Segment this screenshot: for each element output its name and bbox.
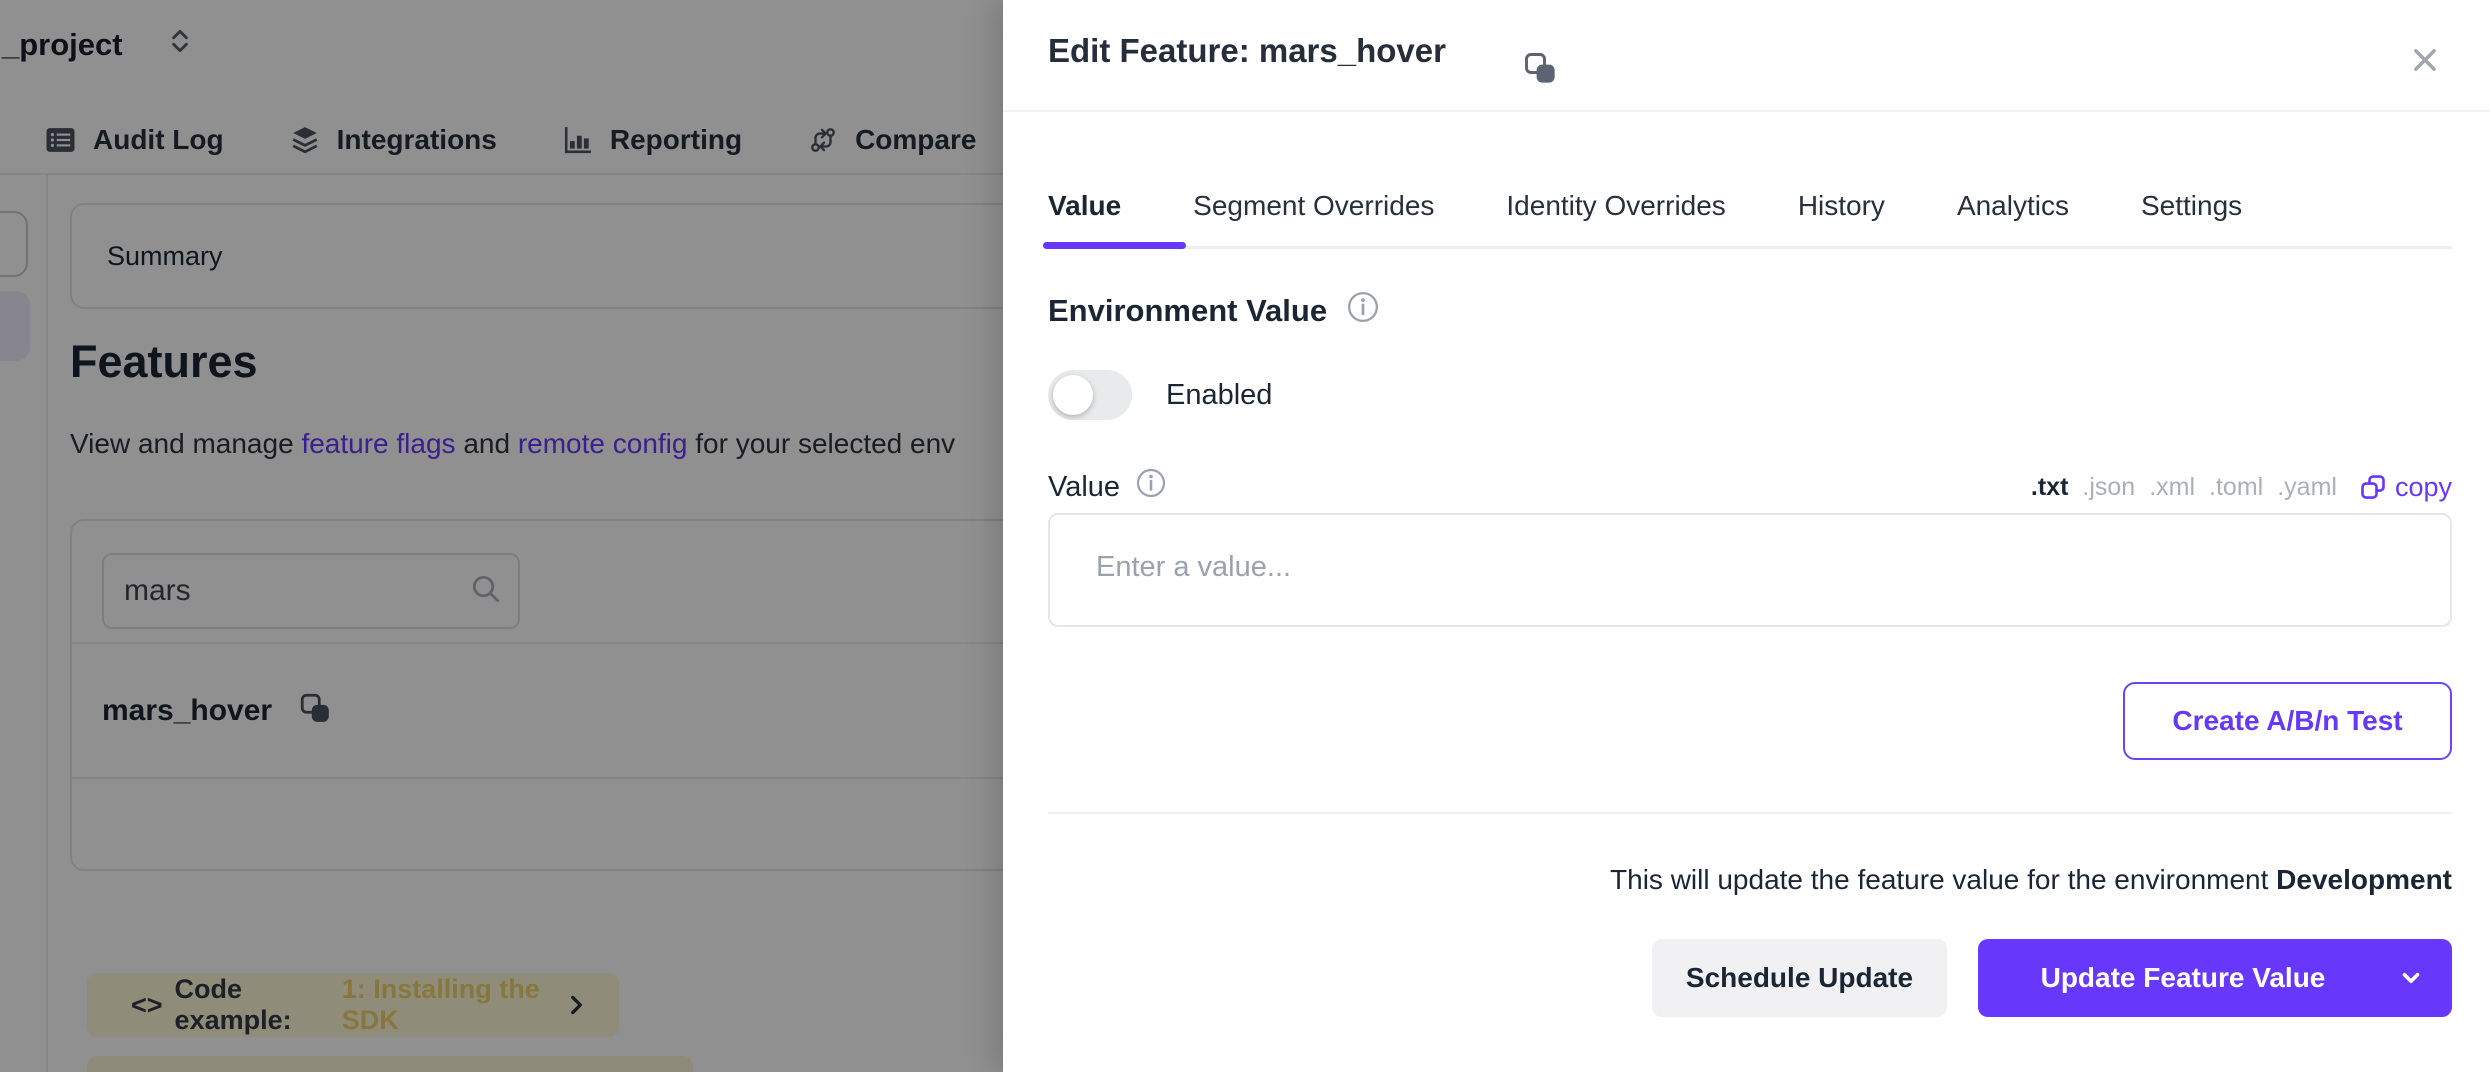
format-json[interactable]: .json	[2082, 473, 2135, 502]
modal-backdrop[interactable]	[0, 0, 1004, 1072]
environment-name: Development	[2276, 864, 2452, 895]
edit-feature-modal: Edit Feature: mars_hover Value Segment O…	[1003, 0, 2490, 1072]
info-icon[interactable]	[1347, 291, 1379, 331]
value-label-row: Value .txt .json .xml .toml .yaml copy	[1048, 468, 2452, 506]
update-button-label: Update Feature Value	[2041, 962, 2326, 994]
value-label-text: Value	[1048, 471, 1120, 504]
tab-settings[interactable]: Settings	[2141, 190, 2242, 222]
footer-divider	[1048, 812, 2452, 814]
format-xml[interactable]: .xml	[2149, 473, 2195, 502]
info-icon[interactable]	[1136, 468, 1166, 506]
modal-header-divider	[1003, 110, 2490, 112]
chevron-down-icon[interactable]	[2398, 965, 2424, 998]
enabled-toggle-row: Enabled	[1048, 370, 1272, 420]
tab-history[interactable]: History	[1798, 190, 1885, 222]
modal-actions: Schedule Update Update Feature Value	[1652, 939, 2452, 1017]
copy-label: copy	[2395, 472, 2452, 503]
screen: _project Audit Log Integrations	[0, 0, 2490, 1072]
tabs-underline	[1048, 246, 2452, 249]
tab-analytics[interactable]: Analytics	[1957, 190, 2069, 222]
copy-title-icon[interactable]	[1522, 50, 1558, 91]
schedule-update-button[interactable]: Schedule Update	[1652, 939, 1947, 1017]
modal-title: Edit Feature: mars_hover	[1048, 32, 1446, 70]
value-input[interactable]	[1048, 513, 2452, 627]
format-toml[interactable]: .toml	[2209, 473, 2263, 502]
close-icon[interactable]	[2399, 34, 2451, 86]
toggle-label: Enabled	[1166, 379, 1272, 412]
create-abn-test-button[interactable]: Create A/B/n Test	[2123, 682, 2452, 760]
update-note: This will update the feature value for t…	[1610, 864, 2452, 896]
update-feature-value-button[interactable]: Update Feature Value	[1978, 939, 2452, 1017]
update-note-text: This will update the feature value for t…	[1610, 864, 2276, 895]
environment-value-heading: Environment Value	[1048, 291, 1379, 331]
tab-identity-overrides[interactable]: Identity Overrides	[1506, 190, 1725, 222]
enabled-toggle[interactable]	[1048, 370, 1132, 420]
environment-value-label: Environment Value	[1048, 293, 1327, 329]
tab-segment-overrides[interactable]: Segment Overrides	[1193, 190, 1434, 222]
tab-value[interactable]: Value	[1048, 190, 1121, 222]
copy-value-link[interactable]: copy	[2359, 472, 2452, 503]
format-txt[interactable]: .txt	[2031, 473, 2069, 502]
modal-tabs: Value Segment Overrides Identity Overrid…	[1048, 190, 2242, 222]
value-label: Value	[1048, 468, 1166, 506]
format-switcher: .txt .json .xml .toml .yaml copy	[2031, 472, 2452, 503]
active-tab-indicator	[1043, 242, 1186, 249]
format-yaml[interactable]: .yaml	[2277, 473, 2337, 502]
toggle-knob	[1053, 375, 1093, 415]
